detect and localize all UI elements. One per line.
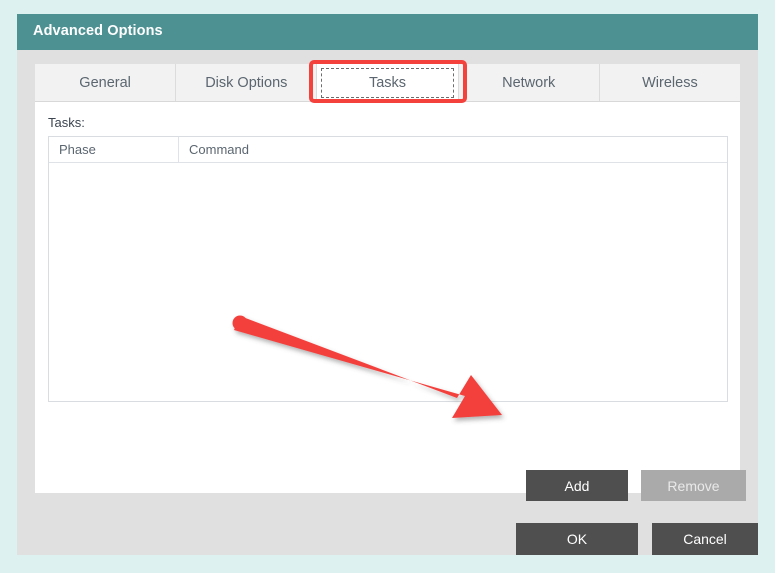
tab-general[interactable]: General [35,64,177,101]
dialog-content-panel: General Disk Options Tasks Network Wirel… [35,64,746,501]
tab-network[interactable]: Network [458,64,600,101]
tasks-table-header: Phase Command [49,137,727,163]
add-button[interactable]: Add [526,470,628,501]
tasks-table-body[interactable] [49,163,727,400]
column-header-command[interactable]: Command [179,137,727,162]
tasks-tab-panel: Tasks: Phase Command Add Remove [35,102,746,501]
remove-button: Remove [641,470,746,501]
tab-general-label: General [79,74,131,91]
tab-wireless[interactable]: Wireless [599,64,741,101]
advanced-options-dialog: Advanced Options General Disk Options Ta… [17,14,758,555]
tab-tasks-label: Tasks [368,74,407,91]
tab-disk-options[interactable]: Disk Options [176,64,318,101]
tasks-section-label: Tasks: [48,115,85,130]
ok-button[interactable]: OK [516,523,638,555]
tab-wireless-label: Wireless [642,74,698,91]
tab-strip: General Disk Options Tasks Network Wirel… [35,64,741,102]
dialog-title: Advanced Options [33,23,163,39]
tasks-table[interactable]: Phase Command [48,136,728,402]
cancel-button[interactable]: Cancel [652,523,758,555]
tab-tasks[interactable]: Tasks [317,64,459,102]
tab-disk-options-label: Disk Options [205,74,288,91]
column-header-phase[interactable]: Phase [49,137,179,162]
dialog-titlebar: Advanced Options [17,14,758,50]
tab-network-label: Network [502,74,556,91]
